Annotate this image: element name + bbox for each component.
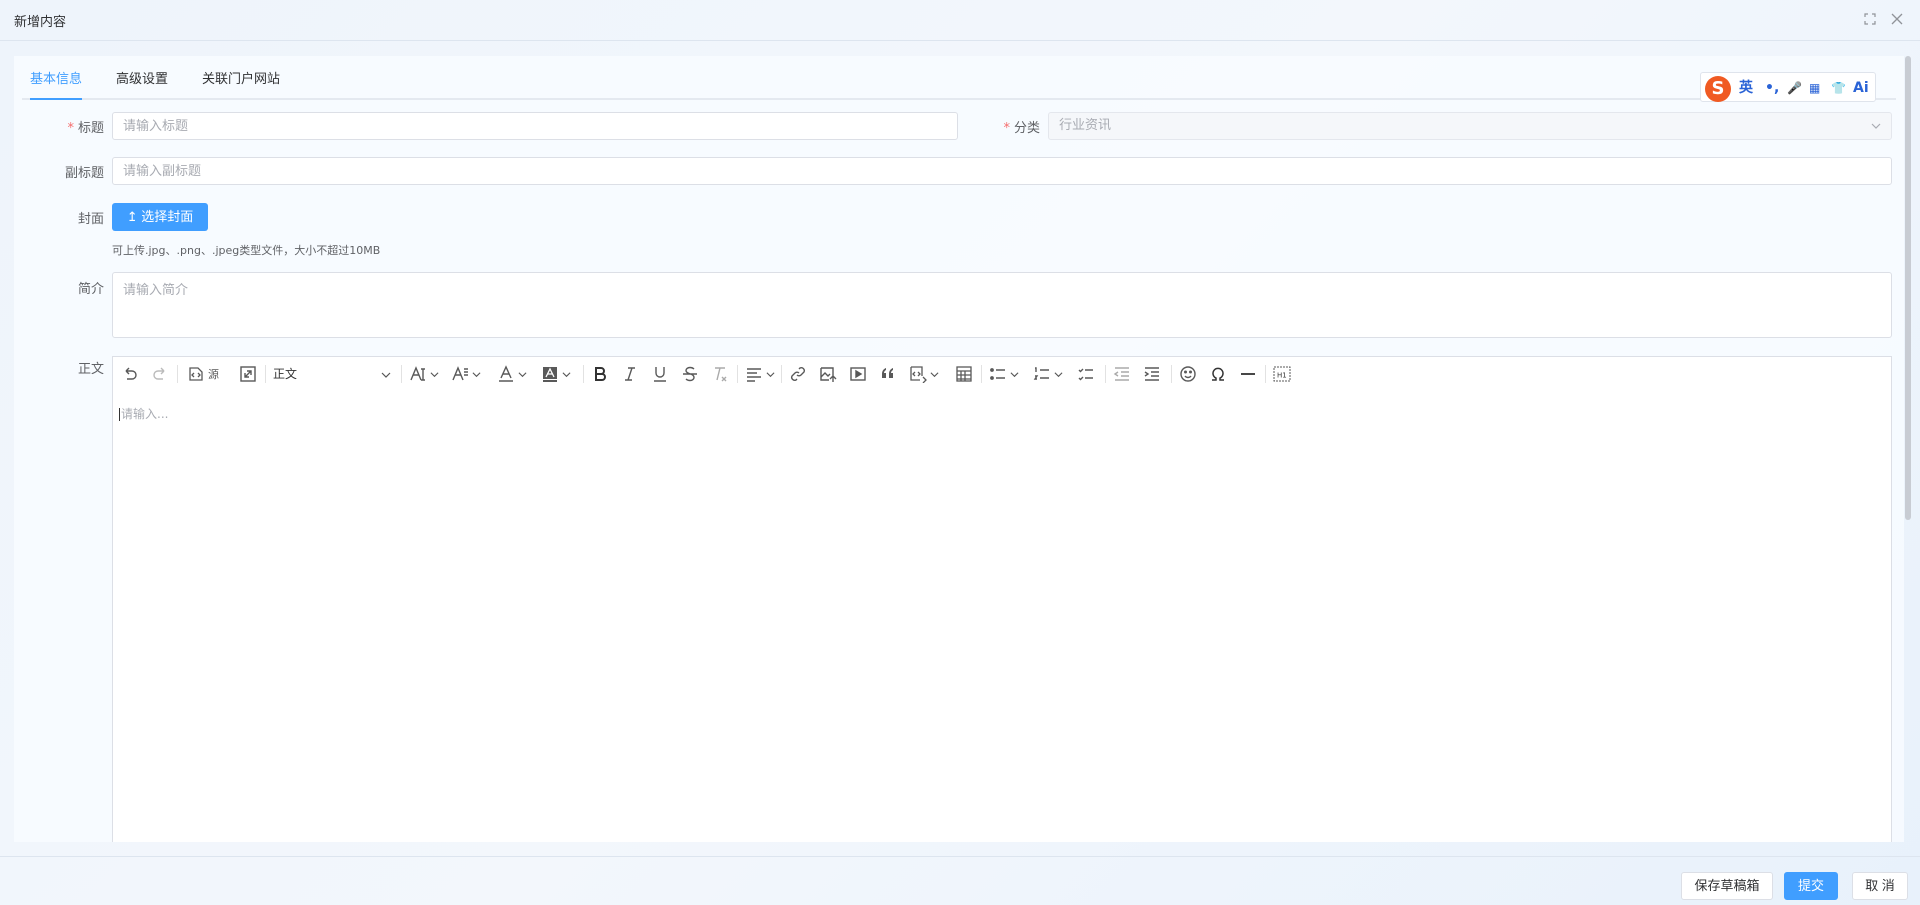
todo-list-icon[interactable] [1077, 364, 1095, 384]
text-cursor [119, 408, 120, 421]
clear-format-icon[interactable] [711, 364, 729, 384]
insert-image-icon[interactable] [819, 364, 837, 384]
body-label: 正文 [77, 362, 104, 377]
select-cover-button[interactable]: ↥ 选择封面 [112, 203, 208, 231]
heading-h1-icon[interactable]: H1 [1273, 364, 1291, 384]
numbered-list-icon[interactable] [1033, 364, 1063, 384]
tab-linked-portal[interactable]: 关联门户网站 [202, 70, 280, 100]
chevron-down-icon [1871, 123, 1881, 129]
form-panel: 基本信息 高级设置 关联门户网站 S 英 •, 🎤 ▦ 👕 Ai *标题 *分类… [14, 56, 1904, 842]
paragraph-style-select[interactable]: 正文 [273, 364, 393, 384]
insert-video-icon[interactable] [849, 364, 867, 384]
ime-mic-icon[interactable]: 🎤 [1787, 79, 1802, 97]
title-label: * 标题 [67, 121, 104, 136]
editor-toolbar: 源 正文 H1 [113, 357, 1891, 391]
source-code-icon [189, 367, 203, 381]
align-icon[interactable] [745, 364, 775, 384]
outdent-icon[interactable] [1113, 364, 1131, 384]
upload-icon: ↥ [126, 209, 142, 224]
undo-icon[interactable] [121, 364, 139, 384]
close-icon[interactable] [1888, 10, 1906, 28]
save-draft-button[interactable]: 保存草稿箱 [1681, 872, 1773, 900]
category-label: * 分类 [1003, 121, 1040, 136]
ime-lang-toggle[interactable]: 英 [1739, 79, 1753, 97]
summary-label: 简介 [77, 282, 104, 297]
tab-advanced-settings[interactable]: 高级设置 [116, 70, 168, 100]
title-input[interactable] [112, 112, 958, 140]
fullscreen-editor-icon[interactable] [239, 364, 257, 384]
special-char-icon[interactable] [1209, 364, 1227, 384]
paragraph-style-value: 正文 [273, 367, 298, 381]
indent-icon[interactable] [1143, 364, 1161, 384]
ime-skin-icon[interactable]: 👕 [1831, 79, 1846, 97]
ime-punctuation-icon[interactable]: •, [1765, 79, 1779, 97]
font-size-icon[interactable] [409, 364, 439, 384]
submit-button[interactable]: 提交 [1784, 872, 1838, 900]
ime-ai-button[interactable]: Ai [1853, 79, 1869, 97]
tab-basic-info[interactable]: 基本信息 [30, 70, 83, 100]
tab-bar: 基本信息 高级设置 关联门户网站 [22, 70, 1896, 100]
chevron-down-icon [381, 372, 391, 378]
category-select[interactable]: 行业资讯 [1048, 112, 1892, 140]
background-color-icon[interactable] [541, 364, 571, 384]
ime-keyboard-icon[interactable]: ▦ [1809, 79, 1820, 97]
insert-code-icon[interactable] [909, 364, 939, 384]
insert-table-icon[interactable] [955, 364, 973, 384]
redo-icon[interactable] [151, 364, 169, 384]
subtitle-input[interactable] [112, 157, 1892, 185]
bold-icon[interactable] [591, 364, 609, 384]
cancel-button[interactable]: 取 消 [1852, 872, 1908, 900]
dialog-titlebar: 新增内容 [0, 0, 1920, 41]
dialog-title: 新增内容 [14, 15, 67, 30]
fullscreen-icon[interactable] [1861, 10, 1879, 28]
sogou-logo-icon: S [1705, 76, 1731, 102]
horizontal-rule-icon[interactable] [1239, 364, 1257, 384]
italic-icon[interactable] [621, 364, 639, 384]
subtitle-label: 副标题 [64, 166, 104, 181]
underline-icon[interactable] [651, 364, 669, 384]
page-scrollbar[interactable] [1905, 56, 1911, 520]
emoji-icon[interactable] [1179, 364, 1197, 384]
editor-content[interactable]: 请输入... [119, 405, 168, 422]
category-value: 行业资讯 [1059, 118, 1112, 133]
blockquote-icon[interactable] [879, 364, 897, 384]
editor-placeholder: 请输入... [121, 407, 169, 421]
required-mark: * [67, 121, 74, 136]
line-height-icon[interactable] [451, 364, 481, 384]
bulleted-list-icon[interactable] [989, 364, 1019, 384]
summary-textarea[interactable] [112, 272, 1892, 338]
required-mark: * [1003, 121, 1010, 136]
strikethrough-icon[interactable] [681, 364, 699, 384]
font-color-icon[interactable] [497, 364, 527, 384]
cover-hint: 可上传.jpg、.png、.jpeg类型文件，大小不超过10MB [112, 244, 381, 257]
dialog-footer: 保存草稿箱 提交 取 消 [0, 856, 1920, 905]
cover-label: 封面 [77, 212, 104, 227]
svg-text:H1: H1 [1277, 372, 1287, 380]
ime-toolbar[interactable]: S 英 •, 🎤 ▦ 👕 Ai [1700, 72, 1876, 102]
rich-text-editor[interactable]: 源 正文 H1 请输入... [112, 356, 1892, 842]
source-code-button[interactable]: 源 [187, 364, 219, 384]
link-icon[interactable] [789, 364, 807, 384]
